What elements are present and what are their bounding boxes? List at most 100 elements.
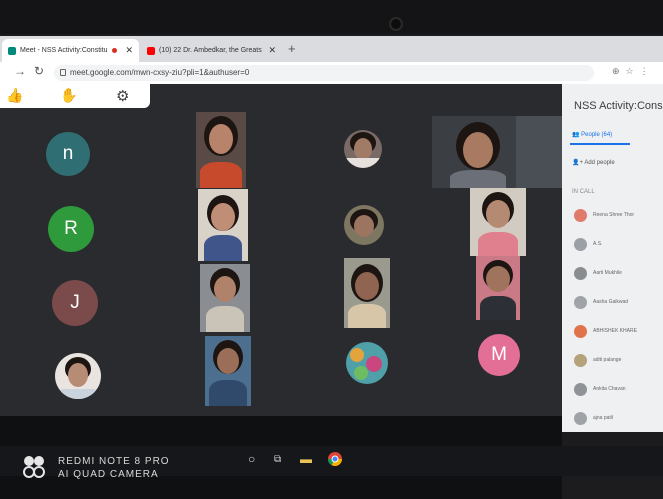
participant-avatar xyxy=(574,209,587,222)
video-tile[interactable] xyxy=(198,189,248,261)
add-people-label: Add people xyxy=(584,160,615,166)
video-tile[interactable] xyxy=(196,112,246,188)
chrome-icon[interactable] xyxy=(328,452,342,469)
video-person xyxy=(200,162,242,188)
video-background xyxy=(516,116,562,188)
search-circle-icon[interactable]: ○ xyxy=(248,452,255,466)
participant-row[interactable]: Aarti Mukhile xyxy=(570,266,663,282)
participant-row[interactable]: Reena Shree Thor xyxy=(570,208,663,224)
close-tab-icon[interactable]: ✕ xyxy=(125,45,133,56)
participant-avatar xyxy=(574,296,587,309)
laptop-bezel-top xyxy=(0,0,663,34)
video-person xyxy=(344,158,382,168)
participant-photo-avatar[interactable] xyxy=(346,342,388,384)
recording-dot-icon xyxy=(111,48,117,53)
participant-name: Ankita Chavan xyxy=(593,386,626,392)
reload-icon[interactable]: ↻ xyxy=(34,64,44,78)
url-field[interactable]: meet.google.com/mwn-cxsy-ziu?pli=1&authu… xyxy=(54,65,594,81)
video-person xyxy=(478,232,518,256)
watermark-line1: REDMI NOTE 8 PRO xyxy=(58,456,170,467)
file-explorer-icon[interactable]: ▬ xyxy=(300,452,312,466)
tab-title: (10) 22 Dr. Ambedkar, the Greats xyxy=(159,47,262,54)
video-tile[interactable] xyxy=(470,188,526,256)
video-person xyxy=(68,363,88,387)
video-person xyxy=(354,215,374,237)
participant-photo-avatar[interactable] xyxy=(344,205,384,245)
new-tab-button[interactable]: + xyxy=(288,41,296,56)
video-person xyxy=(217,348,239,374)
participant-photo-avatar[interactable] xyxy=(55,353,101,399)
video-tile[interactable] xyxy=(205,336,251,406)
task-view-icon[interactable]: ⧉ xyxy=(274,454,281,465)
participant-row[interactable]: Aasha Gaikwad xyxy=(570,295,663,311)
participant-avatar-j[interactable]: J xyxy=(52,280,98,326)
participant-avatar xyxy=(574,412,587,425)
video-person xyxy=(206,306,244,332)
meeting-title: NSS Activity:Cons xyxy=(574,100,663,112)
participant-avatar xyxy=(574,238,587,251)
participant-photo-avatar[interactable] xyxy=(344,130,382,168)
video-person xyxy=(486,200,510,228)
participant-row[interactable]: ajna patil xyxy=(570,411,663,427)
video-person xyxy=(450,170,506,188)
participant-row[interactable]: A.S. xyxy=(570,237,663,253)
camera-watermark: REDMI NOTE 8 PRO AI QUAD CAMERA xyxy=(58,455,170,481)
tab-people-label: People (64) xyxy=(581,132,613,138)
video-person xyxy=(209,124,233,154)
participant-name: aditi palange xyxy=(593,357,622,363)
tab-title: Meet - NSS Activity:Constitu xyxy=(20,47,108,54)
participant-row[interactable]: Ankita Chavan xyxy=(570,382,663,398)
video-tile[interactable] xyxy=(200,264,250,332)
participant-name: ajna patil xyxy=(593,415,614,421)
chrome-logo xyxy=(328,452,342,466)
tab-meet[interactable]: Meet - NSS Activity:Constitu ✕ xyxy=(2,39,139,62)
youtube-favicon-icon xyxy=(147,46,155,55)
camera-watermark-logo-icon xyxy=(23,456,45,478)
participant-name: A.S. xyxy=(593,241,603,247)
tab-people[interactable]: 👥 People (64) xyxy=(572,131,612,138)
video-person xyxy=(480,296,516,320)
raise-hand-icon[interactable]: ✋ xyxy=(60,87,77,104)
participant-avatar-m[interactable]: M xyxy=(478,334,520,376)
participant-avatar xyxy=(574,354,587,367)
forward-arrow-icon[interactable]: → xyxy=(14,64,26,78)
video-person xyxy=(355,272,379,300)
add-people-button[interactable]: 👤+ Add people xyxy=(572,159,615,166)
meet-favicon-icon xyxy=(8,46,16,55)
video-person xyxy=(61,389,95,399)
participant-name: Reena Shree Thor xyxy=(593,212,635,218)
video-person xyxy=(463,132,493,168)
participant-row[interactable]: ABHISHEK KHARE xyxy=(570,324,663,340)
avatar-flower xyxy=(366,356,382,372)
tab-youtube[interactable]: (10) 22 Dr. Ambedkar, the Greats ✕ xyxy=(141,39,282,62)
video-person xyxy=(486,266,510,292)
webcam-lens xyxy=(389,17,403,31)
participant-name: Aarti Mukhile xyxy=(593,270,622,276)
thumbs-up-icon[interactable]: 👍 xyxy=(6,87,23,104)
video-person xyxy=(211,203,235,231)
video-tile[interactable] xyxy=(476,256,520,320)
video-person xyxy=(214,276,236,302)
participant-avatar-n[interactable]: n xyxy=(46,132,90,176)
participant-avatar-r[interactable]: R xyxy=(48,206,94,252)
close-tab-icon[interactable]: ✕ xyxy=(268,45,276,56)
video-person xyxy=(204,235,242,261)
participant-avatar xyxy=(574,267,587,280)
video-tile[interactable] xyxy=(344,258,390,328)
participant-avatar xyxy=(574,325,587,338)
video-person xyxy=(348,304,386,328)
video-person xyxy=(354,138,372,160)
video-tile-large[interactable] xyxy=(432,116,562,188)
people-icon: 👥 xyxy=(572,132,580,138)
participant-name: Aasha Gaikwad xyxy=(593,299,629,305)
video-person xyxy=(209,380,247,406)
participant-row[interactable]: aditi palange xyxy=(570,353,663,369)
add-person-icon: 👤+ xyxy=(572,160,583,166)
people-sidebar: NSS Activity:Cons 👥 People (64) 👤+ Add p… xyxy=(562,84,663,432)
settings-gear-icon[interactable]: ⚙ xyxy=(116,87,129,105)
browser-actions[interactable]: ⊕☆⋮ xyxy=(612,66,655,77)
avatar-flower xyxy=(350,348,364,362)
participant-avatar xyxy=(574,383,587,396)
participant-name: ABHISHEK KHARE xyxy=(593,328,637,334)
in-call-heading: IN CALL xyxy=(572,189,595,195)
